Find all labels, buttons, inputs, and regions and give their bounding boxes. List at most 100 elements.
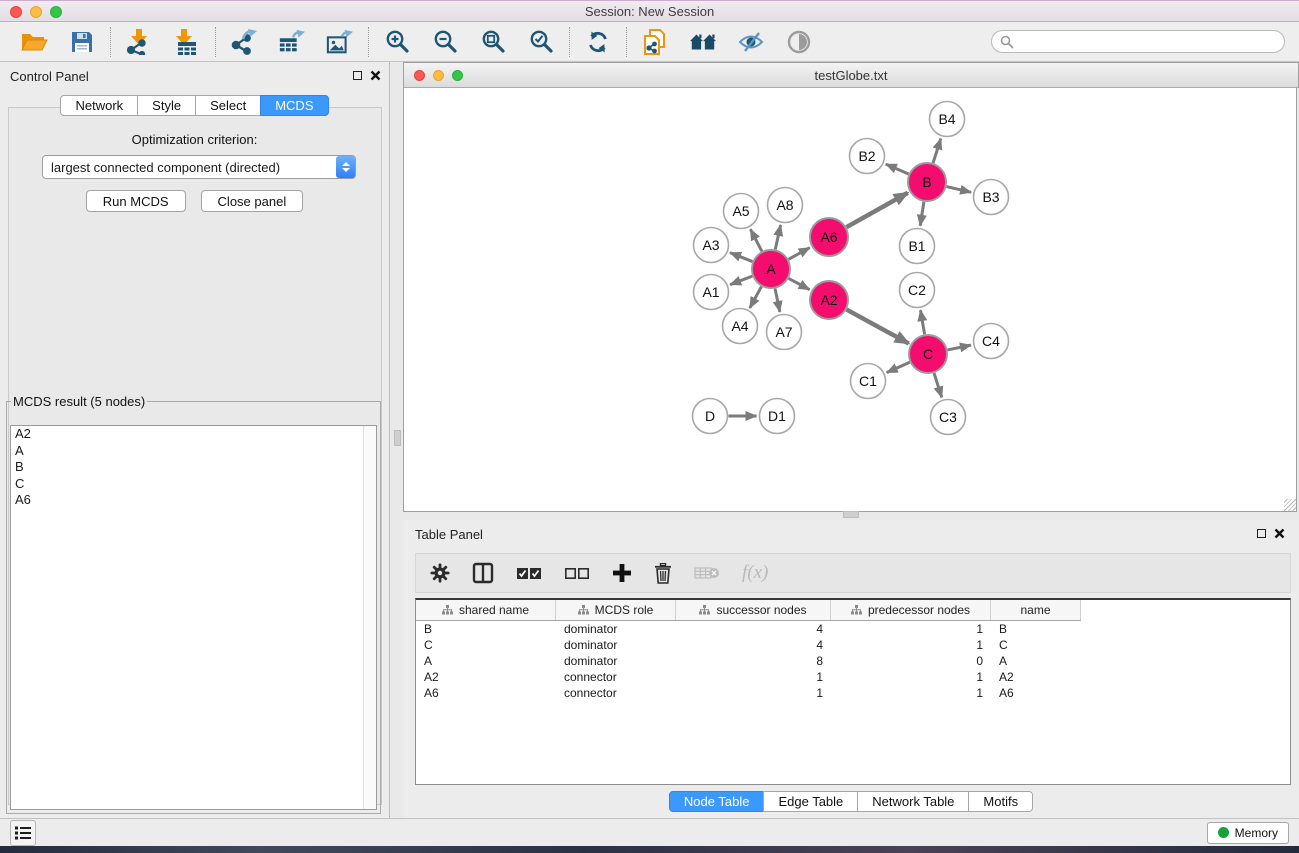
mcds-result-item[interactable]: A2 — [11, 426, 376, 443]
export-table-button[interactable] — [278, 28, 306, 56]
table-cell[interactable]: 4 — [676, 622, 831, 636]
export-network-button[interactable] — [230, 28, 258, 56]
table-row[interactable]: Adominator80A — [416, 653, 1290, 669]
table-cell[interactable]: A — [991, 654, 1081, 668]
mcds-result-list[interactable]: A2ABCA6 — [10, 425, 377, 810]
hide-panels-button[interactable] — [737, 28, 765, 56]
mcds-result-item[interactable]: A6 — [11, 492, 376, 509]
edge-A-A3[interactable] — [730, 253, 752, 262]
edge-A6-B[interactable] — [846, 193, 907, 227]
edge-B-B3[interactable] — [946, 187, 971, 193]
import-table-button[interactable] — [173, 28, 201, 56]
edge-C-C3[interactable] — [934, 373, 942, 397]
tab-select[interactable]: Select — [195, 95, 261, 116]
mcds-result-item[interactable]: A — [11, 443, 376, 460]
float-table-panel-icon[interactable] — [1257, 529, 1266, 538]
edge-C-C4[interactable] — [948, 345, 971, 350]
memory-button[interactable]: Memory — [1207, 822, 1289, 844]
table-cell[interactable]: 1 — [831, 686, 991, 700]
zoom-fit-button[interactable] — [479, 28, 507, 56]
function-builder-button[interactable]: f(x) — [742, 560, 768, 586]
table-cell[interactable]: dominator — [556, 638, 676, 652]
vertical-splitter-handle[interactable] — [394, 430, 401, 446]
search-field[interactable] — [991, 30, 1285, 53]
table-row[interactable]: Cdominator41C — [416, 637, 1290, 653]
table-cell[interactable]: A6 — [416, 686, 556, 700]
import-network-button[interactable] — [125, 28, 153, 56]
table-cell[interactable]: 0 — [831, 654, 991, 668]
edge-A-A5[interactable] — [750, 229, 761, 251]
column-header-shared-name[interactable]: shared name — [416, 600, 556, 620]
mcds-result-item[interactable]: C — [11, 476, 376, 493]
table-row[interactable]: A2connector11A2 — [416, 669, 1290, 685]
tab-edge-table[interactable]: Edge Table — [763, 791, 858, 812]
table-cell[interactable]: C — [416, 638, 556, 652]
network-canvas[interactable]: B4B2BB3B1C2A5A8A6A3AA1A2A4A7CC4C1C3DD1 — [403, 88, 1297, 512]
open-session-button[interactable] — [20, 28, 48, 56]
table-cell[interactable]: dominator — [556, 654, 676, 668]
table-cell[interactable]: 1 — [831, 622, 991, 636]
table-cell[interactable]: connector — [556, 670, 676, 684]
run-mcds-button[interactable]: Run MCDS — [86, 190, 186, 212]
column-header-predecessor-nodes[interactable]: predecessor nodes — [831, 600, 991, 620]
edge-B-B1[interactable] — [920, 202, 924, 226]
network-minimize-button[interactable] — [433, 70, 444, 81]
edge-B-B4[interactable] — [933, 139, 941, 163]
cytoscape-home-button[interactable] — [689, 28, 717, 56]
tab-motifs[interactable]: Motifs — [968, 791, 1033, 812]
close-panel-button[interactable]: Close panel — [201, 190, 304, 212]
scrollbar-track[interactable] — [363, 426, 376, 809]
edge-C-C2[interactable] — [920, 310, 924, 334]
column-header-successor-nodes[interactable]: successor nodes — [676, 600, 831, 620]
close-window-button[interactable] — [10, 6, 22, 18]
mcds-result-item[interactable]: B — [11, 459, 376, 476]
table-cell[interactable]: 1 — [676, 686, 831, 700]
table-cell[interactable]: A6 — [991, 686, 1081, 700]
show-columns-button[interactable] — [472, 560, 494, 586]
clone-network-button[interactable] — [641, 28, 669, 56]
export-image-button[interactable] — [326, 28, 354, 56]
tab-style[interactable]: Style — [137, 95, 196, 116]
close-panel-icon[interactable] — [370, 70, 381, 81]
zoom-window-button[interactable] — [50, 6, 62, 18]
apply-layout-button[interactable] — [584, 28, 612, 56]
minimize-window-button[interactable] — [30, 6, 42, 18]
table-row[interactable]: Bdominator41B — [416, 621, 1290, 637]
table-cell[interactable]: 4 — [676, 638, 831, 652]
window-resize-grip[interactable] — [1284, 499, 1296, 511]
task-history-button[interactable] — [10, 820, 36, 846]
table-cell[interactable]: B — [991, 622, 1081, 636]
table-cell[interactable]: A2 — [416, 670, 556, 684]
horizontal-splitter-handle[interactable] — [843, 511, 859, 518]
zoom-in-button[interactable] — [383, 28, 411, 56]
edge-B-B2[interactable] — [886, 164, 909, 174]
deselect-all-button[interactable] — [564, 560, 590, 586]
tab-node-table[interactable]: Node Table — [669, 791, 765, 812]
table-cell[interactable]: B — [416, 622, 556, 636]
table-cell[interactable]: connector — [556, 686, 676, 700]
table-cell[interactable]: A2 — [991, 670, 1081, 684]
edge-A-A8[interactable] — [775, 225, 780, 249]
tab-mcds[interactable]: MCDS — [260, 95, 328, 116]
table-cell[interactable]: 8 — [676, 654, 831, 668]
table-cell[interactable]: A — [416, 654, 556, 668]
zoom-selected-button[interactable] — [527, 28, 555, 56]
delete-rows-button[interactable] — [654, 560, 672, 586]
edge-C-C1[interactable] — [887, 362, 910, 372]
edge-A2-C[interactable] — [847, 310, 909, 344]
column-header-name[interactable]: name — [991, 600, 1081, 620]
show-graphics-button[interactable] — [785, 28, 813, 56]
edge-A-A6[interactable] — [789, 248, 810, 260]
tab-network[interactable]: Network — [60, 95, 138, 116]
table-row[interactable]: A6connector11A6 — [416, 685, 1290, 701]
table-settings-button[interactable] — [430, 560, 450, 586]
table-cell[interactable]: dominator — [556, 622, 676, 636]
edge-A-A7[interactable] — [775, 289, 780, 312]
search-input[interactable] — [1019, 34, 1276, 50]
table-cell[interactable]: 1 — [676, 670, 831, 684]
network-close-button[interactable] — [414, 70, 425, 81]
float-panel-icon[interactable] — [353, 71, 362, 80]
network-zoom-button[interactable] — [452, 70, 463, 81]
zoom-out-button[interactable] — [431, 28, 459, 56]
delete-column-button[interactable] — [694, 560, 720, 586]
